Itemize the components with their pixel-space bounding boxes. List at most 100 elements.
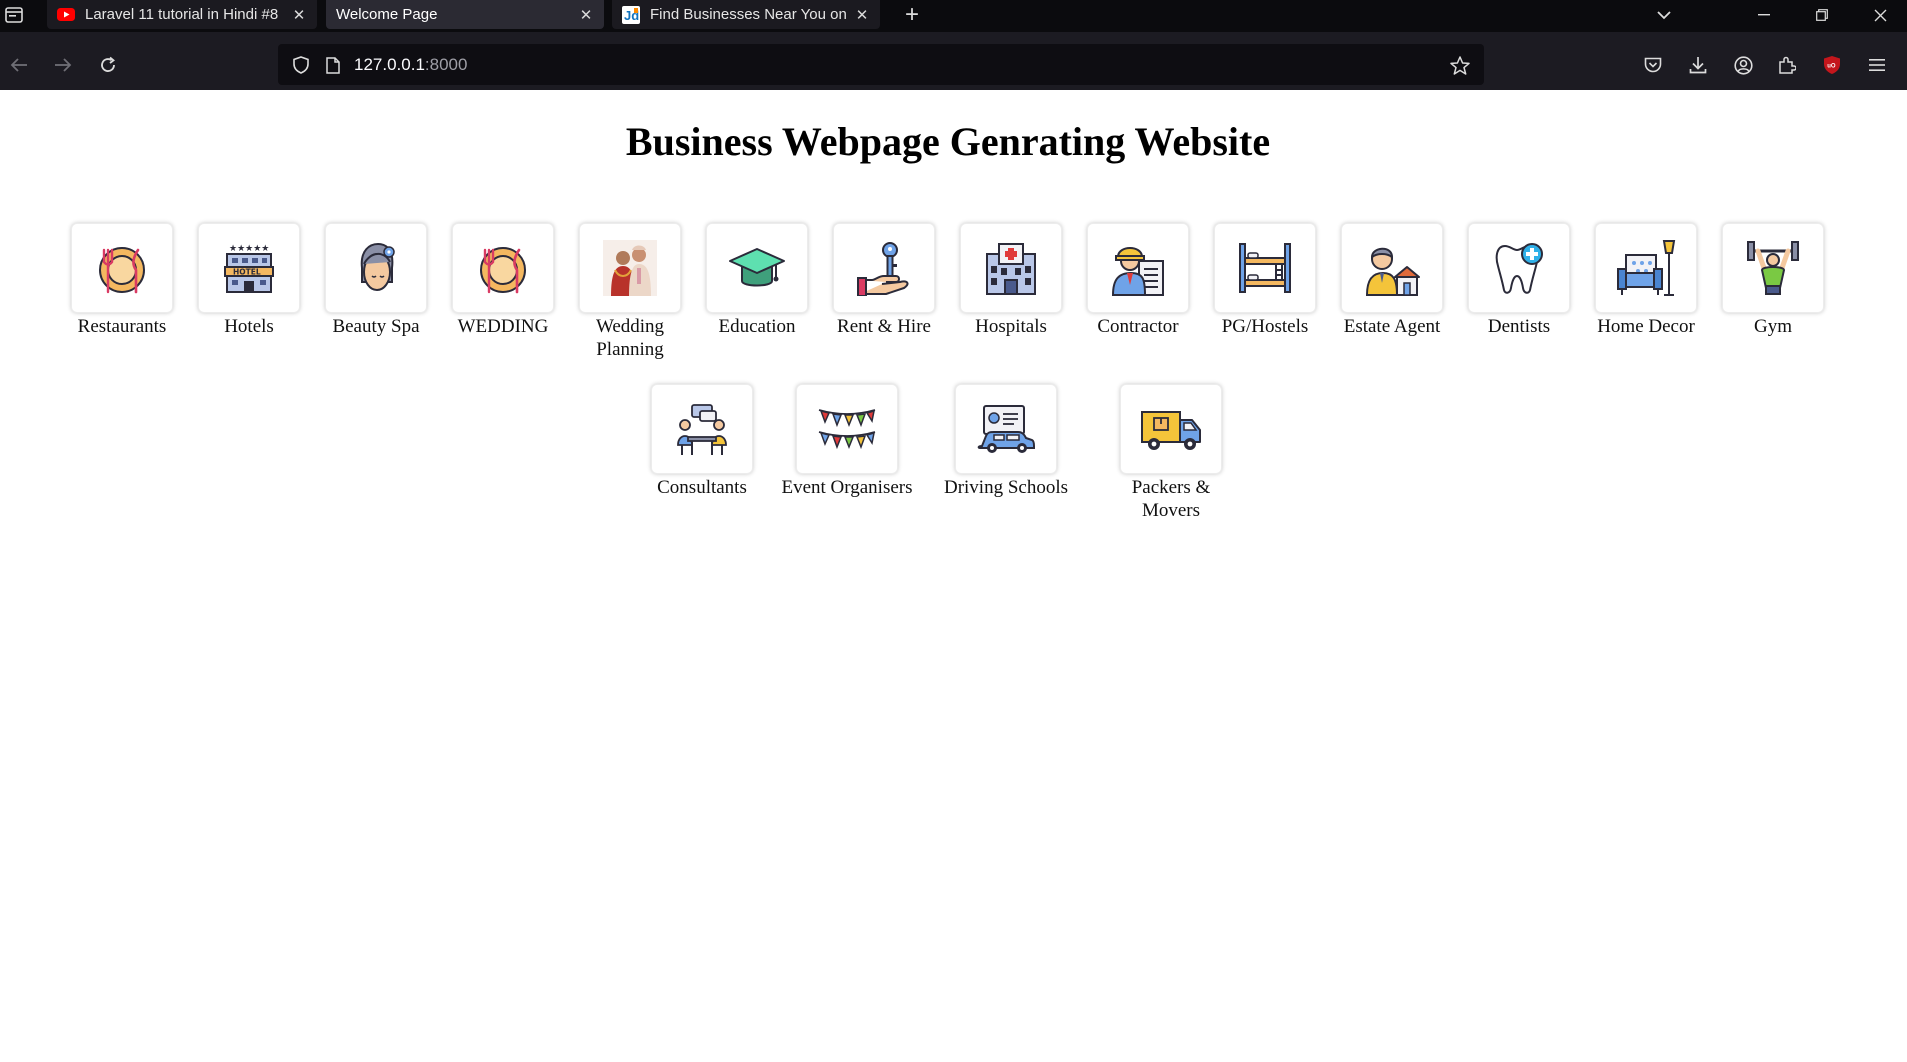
tab-laravel-tutorial[interactable]: Laravel 11 tutorial in Hindi #8 | ✕ <box>47 0 317 29</box>
svg-text:★★★★★: ★★★★★ <box>229 244 269 254</box>
category-card[interactable] <box>1468 223 1570 313</box>
category-home-decor[interactable]: Home Decor <box>1576 223 1716 338</box>
extensions-icon[interactable] <box>1774 52 1800 78</box>
key-hand-icon <box>857 242 909 296</box>
minimize-window-icon[interactable] <box>1752 3 1776 27</box>
bookmark-star-icon[interactable] <box>1448 53 1472 77</box>
new-tab-button[interactable]: + <box>898 1 926 28</box>
close-tab-icon[interactable]: ✕ <box>854 6 870 24</box>
weightlifter-icon <box>1747 241 1799 295</box>
tab-list-icon <box>5 7 23 23</box>
category-beauty-spa[interactable]: Beauty Spa <box>306 223 446 338</box>
category-card[interactable] <box>1214 223 1316 313</box>
restaurant-plate-icon <box>480 247 526 294</box>
hotel-building-icon: ★★★★★ HOTEL <box>224 244 274 293</box>
tab-overflow-chevron-icon[interactable] <box>1652 3 1676 27</box>
category-education[interactable]: Education <box>687 223 827 338</box>
moving-truck-icon <box>1141 411 1201 450</box>
category-card[interactable] <box>960 223 1062 313</box>
back-arrow-icon[interactable] <box>6 52 32 78</box>
category-restaurants[interactable]: Restaurants <box>52 223 192 338</box>
tooth-icon <box>1495 243 1543 294</box>
category-card[interactable] <box>833 223 935 313</box>
page-title: Business Webpage Genrating Website <box>625 119 1271 164</box>
hamburger-menu-icon[interactable] <box>1864 52 1890 78</box>
reload-icon[interactable] <box>95 52 121 78</box>
category-rent-hire[interactable]: Rent & Hire <box>814 223 954 338</box>
category-hospitals[interactable]: Hospitals <box>941 223 1081 338</box>
category-label: Gym <box>1754 316 1792 337</box>
svg-text:HOTEL: HOTEL <box>233 268 261 277</box>
category-label: Hospitals <box>975 316 1047 337</box>
armchair-lamp-icon <box>1617 240 1676 296</box>
category-card[interactable] <box>71 223 173 313</box>
ublock-origin-icon[interactable]: uO <box>1819 52 1845 78</box>
category-gym[interactable]: Gym <box>1703 223 1843 338</box>
category-estate-agent[interactable]: Estate Agent <box>1322 223 1462 338</box>
category-card[interactable] <box>955 384 1057 474</box>
restore-window-icon[interactable] <box>1810 3 1834 27</box>
category-contractor[interactable]: Contractor <box>1068 223 1208 338</box>
category-wedding-planning[interactable]: Wedding Planning <box>560 223 700 361</box>
category-pg-hostels[interactable]: PG/Hostels <box>1195 223 1335 338</box>
pocket-icon[interactable] <box>1640 52 1666 78</box>
close-tab-icon[interactable]: ✕ <box>291 6 307 24</box>
category-card[interactable] <box>1722 223 1824 313</box>
forward-arrow-icon[interactable] <box>50 52 76 78</box>
justdial-icon: Jd <box>622 5 640 24</box>
close-window-icon[interactable] <box>1868 3 1892 27</box>
graduation-cap-icon <box>729 248 785 287</box>
bunk-bed-icon <box>1239 243 1291 293</box>
category-label: Beauty Spa <box>332 316 420 337</box>
category-card[interactable] <box>325 223 427 313</box>
page-info-icon[interactable] <box>322 54 344 76</box>
spa-woman-icon <box>360 242 395 291</box>
tab-welcome-page[interactable]: Welcome Page ✕ <box>326 0 604 29</box>
category-driving-schools[interactable]: Driving Schools <box>936 384 1076 499</box>
page-content: Business Webpage Genrating Website Resta… <box>0 90 1907 1062</box>
downloads-icon[interactable] <box>1685 52 1711 78</box>
contractor-worker-icon <box>1111 247 1164 296</box>
youtube-icon <box>57 7 75 23</box>
category-label: Packers & Movers <box>1131 477 1211 521</box>
category-card[interactable] <box>1341 223 1443 313</box>
tab-title: Welcome Page <box>336 6 438 23</box>
category-card[interactable] <box>1087 223 1189 313</box>
category-event-organisers[interactable]: Event Organisers <box>777 384 917 499</box>
category-wedding[interactable]: WEDDING <box>433 223 573 338</box>
account-icon[interactable] <box>1730 52 1756 78</box>
category-card[interactable] <box>796 384 898 474</box>
category-label: Home Decor <box>1597 316 1695 337</box>
tab-strip: Laravel 11 tutorial in Hindi #8 | ✕ Welc… <box>0 0 1907 32</box>
category-label: Estate Agent <box>1343 316 1441 337</box>
restaurant-plate-icon <box>99 247 145 294</box>
tab-title: Laravel 11 tutorial in Hindi #8 | <box>85 6 283 23</box>
driving-license-car-icon <box>977 405 1035 453</box>
category-label: Dentists <box>1487 316 1551 337</box>
category-dentists[interactable]: Dentists <box>1449 223 1589 338</box>
category-card[interactable] <box>579 223 681 313</box>
category-card[interactable] <box>1595 223 1697 313</box>
shield-icon[interactable] <box>290 54 312 76</box>
category-consultants[interactable]: Consultants <box>632 384 772 499</box>
list-tabs-button[interactable] <box>2 3 26 27</box>
close-tab-icon[interactable]: ✕ <box>578 6 594 24</box>
tab-title: Find Businesses Near You on Lo <box>650 6 846 23</box>
category-card[interactable] <box>651 384 753 474</box>
browser-chrome: Laravel 11 tutorial in Hindi #8 | ✕ Welc… <box>0 0 1907 90</box>
category-label: Wedding Planning <box>595 316 665 360</box>
category-hotels[interactable]: ★★★★★ HOTEL Hotels <box>179 223 319 338</box>
bunting-flags-icon <box>818 409 876 450</box>
address-bar[interactable]: 127.0.0.1:8000 <box>278 44 1484 85</box>
category-packers-movers[interactable]: Packers & Movers <box>1101 384 1241 522</box>
category-label: WEDDING <box>457 316 549 337</box>
category-card[interactable]: ★★★★★ HOTEL <box>198 223 300 313</box>
category-card[interactable] <box>706 223 808 313</box>
category-card[interactable] <box>1120 384 1222 474</box>
category-label: Contractor <box>1097 316 1179 337</box>
category-card[interactable] <box>452 223 554 313</box>
category-label: Restaurants <box>77 316 167 337</box>
tab-find-businesses[interactable]: Jd Find Businesses Near You on Lo ✕ <box>612 0 880 29</box>
category-label: Rent & Hire <box>837 316 931 337</box>
category-label: Driving Schools <box>943 477 1069 498</box>
